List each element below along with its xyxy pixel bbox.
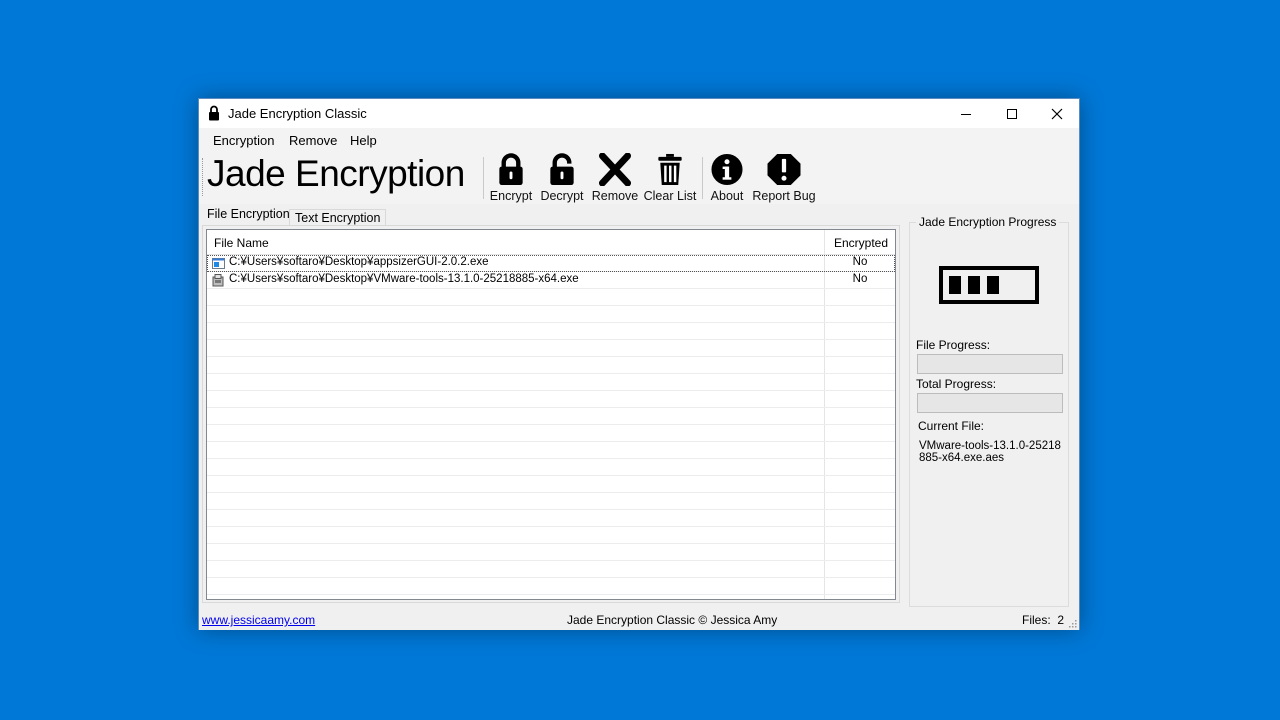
file-name-cell: C:¥Users¥softaro¥Desktop¥appsizerGUI-2.0… <box>229 256 489 268</box>
tab-strip: File Encryption Text Encryption <box>199 207 899 227</box>
empty-row <box>207 527 895 544</box>
toolbar-separator <box>702 157 703 199</box>
menu-help[interactable]: Help <box>350 133 377 148</box>
toolbar-grip[interactable] <box>202 158 206 196</box>
status-bar: www.jessicaamy.com Jade Encryption Class… <box>199 608 1079 630</box>
table-row[interactable]: C:¥Users¥softaro¥Desktop¥VMware-tools-13… <box>207 272 895 289</box>
empty-row <box>207 323 895 340</box>
minimize-button[interactable] <box>943 99 989 128</box>
empty-row <box>207 306 895 323</box>
decrypt-button[interactable]: Decrypt <box>539 153 585 203</box>
empty-row <box>207 561 895 578</box>
empty-row <box>207 340 895 357</box>
installer-icon <box>212 274 224 287</box>
files-count-value: 2 <box>1057 613 1065 627</box>
remove-label: Remove <box>591 189 639 203</box>
file-encryption-panel: File Name Encrypted C:¥Users¥softaro¥Des… <box>202 225 900 603</box>
x-icon <box>598 153 632 186</box>
file-name-cell: C:¥Users¥softaro¥Desktop¥VMware-tools-13… <box>229 273 579 285</box>
menu-remove[interactable]: Remove <box>289 133 337 148</box>
empty-row <box>207 442 895 459</box>
lock-icon <box>499 153 523 186</box>
encrypt-button[interactable]: Encrypt <box>488 153 534 203</box>
menu-bar: Encryption Remove Help <box>199 128 1079 152</box>
clear-list-button[interactable]: Clear List <box>644 153 696 203</box>
exe-window-icon <box>212 258 225 269</box>
encrypted-cell: No <box>852 273 868 285</box>
window-title: Jade Encryption Classic <box>228 106 367 121</box>
empty-row <box>207 357 895 374</box>
copyright-text: Jade Encryption Classic © Jessica Amy <box>567 613 778 627</box>
clear-list-label: Clear List <box>643 189 697 203</box>
encrypt-label: Encrypt <box>489 189 533 203</box>
battery-icon <box>939 266 1039 304</box>
maximize-button[interactable] <box>989 99 1035 128</box>
website-link[interactable]: www.jessicaamy.com <box>202 613 315 627</box>
report-bug-button[interactable]: Report Bug <box>752 153 816 203</box>
menu-encryption[interactable]: Encryption <box>213 133 274 148</box>
empty-row <box>207 510 895 527</box>
files-count: Files: 2 <box>1022 613 1064 627</box>
empty-row <box>207 374 895 391</box>
trash-icon <box>658 153 682 186</box>
progress-group-title: Jade Encryption Progress <box>916 215 1060 229</box>
empty-row <box>207 493 895 510</box>
title-bar[interactable]: Jade Encryption Classic <box>199 99 1079 128</box>
column-header-file-name[interactable]: File Name <box>214 236 269 250</box>
remove-button[interactable]: Remove <box>591 153 639 203</box>
unlock-icon <box>550 153 574 186</box>
encrypted-cell: No <box>852 256 868 268</box>
list-header: File Name Encrypted <box>207 230 895 255</box>
file-progress-bar <box>917 354 1063 374</box>
empty-row <box>207 544 895 561</box>
toolbar-separator <box>483 157 484 199</box>
about-label: About <box>710 189 744 203</box>
about-button[interactable]: About <box>707 153 747 203</box>
file-progress-label: File Progress: <box>916 338 991 352</box>
table-row[interactable]: C:¥Users¥softaro¥Desktop¥appsizerGUI-2.0… <box>207 255 895 272</box>
total-progress-bar <box>917 393 1063 413</box>
info-icon <box>711 153 743 186</box>
brand-label: Jade Encryption <box>207 153 465 194</box>
minimize-icon <box>961 113 971 115</box>
files-label: Files: <box>1022 613 1051 627</box>
current-file-value: VMware-tools-13.1.0-25218885-x64.exe.aes <box>919 440 1061 464</box>
empty-row <box>207 408 895 425</box>
close-button[interactable] <box>1034 99 1080 128</box>
progress-group: Jade Encryption Progress File Progress: … <box>909 215 1069 607</box>
alert-icon <box>767 153 801 186</box>
report-bug-label: Report Bug <box>752 189 816 203</box>
lock-icon <box>209 105 219 121</box>
empty-row <box>207 289 895 306</box>
total-progress-label: Total Progress: <box>916 377 997 391</box>
empty-row <box>207 476 895 493</box>
close-icon <box>1051 108 1063 119</box>
app-window: Jade Encryption Classic Encryption Remov… <box>198 98 1080 630</box>
toolbar: Jade Encryption Encrypt Decrypt Remove C… <box>199 152 1079 204</box>
column-header-encrypted[interactable]: Encrypted <box>834 236 888 250</box>
decrypt-label: Decrypt <box>540 189 584 203</box>
maximize-icon <box>1007 108 1017 119</box>
resize-grip-icon[interactable] <box>1067 618 1077 628</box>
file-list[interactable]: File Name Encrypted C:¥Users¥softaro¥Des… <box>206 229 896 600</box>
current-file-label: Current File: <box>918 419 985 433</box>
empty-row <box>207 391 895 408</box>
empty-row <box>207 425 895 442</box>
empty-row <box>207 459 895 476</box>
empty-row <box>207 578 895 595</box>
tab-file-encryption[interactable]: File Encryption <box>202 207 295 226</box>
